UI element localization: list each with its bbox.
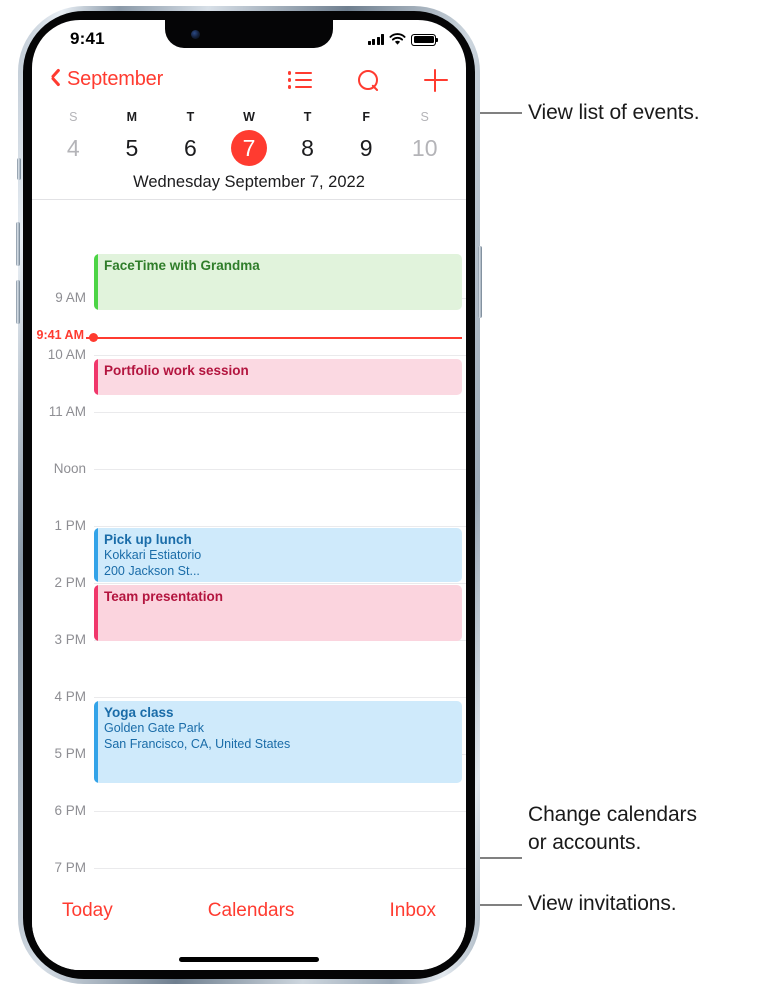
weekday-initial: W: [243, 110, 255, 124]
hour-label: Noon: [53, 461, 86, 476]
week-days-row: 4 5 6 7 8 9 10: [32, 130, 466, 166]
event-accent-bar: [94, 359, 98, 395]
day-view-grid[interactable]: 9 AM 10 AM 11 AM Noon 1 PM 2 PM 3 PM 4 PM 5 PM 6 …: [32, 242, 466, 892]
bottom-toolbar: Today Calendars Inbox: [32, 892, 466, 970]
selected-date-label: Wednesday September 7, 2022: [133, 173, 365, 191]
weekday-initial: M: [126, 110, 138, 124]
today-button[interactable]: Today: [62, 900, 113, 922]
back-to-september-button[interactable]: September: [51, 68, 163, 91]
event-title: Team presentation: [104, 589, 224, 604]
calendars-button[interactable]: Calendars: [208, 900, 295, 922]
event-subtitle: Kokkari Estiatorio: [104, 548, 202, 562]
weekday-initial: S: [69, 110, 78, 124]
volume-down-button[interactable]: [16, 280, 20, 324]
event-accent-bar: [94, 528, 98, 582]
event-title: Pick up lunch: [104, 532, 192, 547]
battery-full-icon: [411, 33, 438, 46]
selected-day-number: 7: [230, 130, 267, 166]
silent-switch[interactable]: [17, 158, 21, 180]
status-bar-time: 9:41: [70, 29, 105, 48]
iphone-device-frame: 9:41 September S M T W T F S 4 5 6 7 8 9…: [16, 6, 482, 984]
callout-change-calendars: Change calendars or accounts.: [528, 803, 697, 854]
event-title: Yoga class: [104, 705, 174, 720]
current-time-tick: [86, 337, 92, 339]
week-day-cell[interactable]: 6: [161, 130, 220, 166]
week-day-cell[interactable]: 9: [337, 130, 396, 166]
event-subtitle: Golden Gate Park: [104, 721, 205, 735]
event-title: FaceTime with Grandma: [104, 258, 260, 273]
header-divider: [32, 199, 466, 200]
plus-icon[interactable]: [423, 68, 449, 93]
event-yoga-class[interactable]: Yoga class Golden Gate Park San Francisco,…: [94, 701, 462, 783]
current-time-label: 9:41 AM: [36, 328, 84, 342]
signal-bars-icon: [367, 34, 384, 45]
event-subtitle: San Francisco, CA, United States: [104, 736, 291, 751]
power-button[interactable]: [478, 246, 482, 318]
week-day-cell[interactable]: 7: [220, 130, 279, 166]
chevron-left-icon: [51, 70, 62, 89]
week-day-cell[interactable]: 10: [395, 130, 454, 166]
home-indicator[interactable]: [179, 957, 319, 962]
volume-up-button[interactable]: [16, 222, 20, 266]
magnifying-glass-icon[interactable]: [355, 68, 381, 93]
notch: [165, 20, 333, 48]
day-number: 9: [359, 135, 373, 161]
weekday-initial: T: [186, 110, 195, 124]
callout-view-invitations: View invitations.: [528, 892, 677, 915]
event-subtitle: 200 Jackson St...: [104, 563, 200, 578]
day-number: 5: [125, 135, 139, 161]
inbox-button[interactable]: Inbox: [390, 900, 436, 922]
week-day-cell[interactable]: 5: [103, 130, 162, 166]
device-screen: 9:41 September S M T W T F S 4 5 6 7 8 9…: [32, 20, 466, 970]
hour-label: 4 PM: [54, 689, 86, 704]
navigation-bar: September: [32, 64, 466, 110]
day-number: 4: [66, 135, 80, 161]
week-strip: S M T W T F S 4 5 6 7 8 9 10 Wednesday September 7, …: [32, 110, 466, 200]
hour-label: 7 PM: [54, 860, 86, 875]
wifi-icon: [389, 33, 406, 45]
weekday-header-row: SMTWTFS: [32, 110, 466, 124]
hour-label: 5 PM: [54, 746, 86, 761]
event-team-presentation[interactable]: Team presentation: [94, 585, 462, 641]
navigation-actions: [287, 68, 449, 93]
front-camera-icon: [191, 30, 200, 39]
events-column: FaceTime with Grandma Portfolio work sess…: [37, 242, 462, 892]
event-facetime-with-grandma[interactable]: FaceTime with Grandma: [94, 254, 462, 310]
status-bar-indicators: [367, 33, 438, 46]
week-day-cell[interactable]: 4: [44, 130, 103, 166]
day-number: 6: [184, 135, 197, 161]
event-accent-bar: [94, 254, 98, 310]
back-button-label: September: [67, 68, 164, 90]
hour-label: 1 PM: [54, 518, 86, 533]
event-accent-bar: [94, 585, 98, 641]
event-accent-bar: [94, 701, 98, 783]
day-number: 8: [301, 135, 314, 161]
week-day-cell[interactable]: 8: [278, 130, 337, 166]
hour-label: 2 PM: [54, 575, 86, 590]
event-portfolio-work-session[interactable]: Portfolio work session: [94, 359, 462, 395]
weekday-initial: T: [303, 110, 312, 124]
weekday-initial: F: [362, 110, 370, 124]
day-number: 10: [411, 135, 438, 161]
hour-label: 3 PM: [54, 632, 86, 647]
hour-label: 11 AM: [48, 404, 86, 419]
hour-label: 6 PM: [54, 803, 86, 818]
event-pick-up-lunch[interactable]: Pick up lunch Kokkari Estiatorio 200 Jacks…: [94, 528, 462, 582]
event-title: Portfolio work session: [104, 363, 249, 378]
list-bullet-icon[interactable]: [287, 68, 313, 93]
hour-label: 10 AM: [47, 347, 86, 362]
weekday-initial: S: [420, 110, 429, 124]
hour-label: 9 AM: [55, 290, 86, 305]
callout-view-list-of-events: View list of events.: [528, 101, 700, 124]
current-time-indicator: 9:41 AM: [37, 328, 462, 342]
